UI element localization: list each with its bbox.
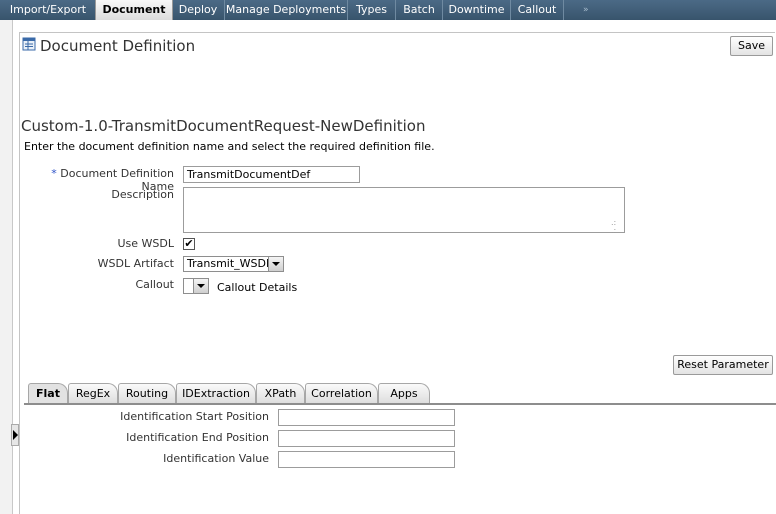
description-label: Description bbox=[111, 188, 174, 201]
description-textarea[interactable] bbox=[183, 187, 625, 233]
arrow-right-icon bbox=[13, 430, 18, 440]
identification-end-position-input[interactable] bbox=[278, 430, 455, 447]
tab-routing[interactable]: Routing bbox=[118, 383, 176, 403]
instructions-text: Enter the document definition name and s… bbox=[24, 140, 435, 153]
wsdl-artifact-label: WSDL Artifact bbox=[97, 257, 174, 270]
tab-batch[interactable]: Batch bbox=[396, 0, 443, 20]
tab-downtime[interactable]: Downtime bbox=[443, 0, 511, 20]
top-tab-bar: Import/Export Document Deploy Manage Dep… bbox=[0, 0, 776, 20]
tab-divider bbox=[24, 403, 776, 405]
expand-panel-handle[interactable] bbox=[11, 424, 19, 446]
tab-callout[interactable]: Callout bbox=[511, 0, 564, 20]
tab-xpath[interactable]: XPath bbox=[256, 383, 305, 403]
dropdown-arrow-box[interactable] bbox=[268, 257, 283, 271]
callout-label: Callout bbox=[135, 278, 174, 291]
wsdl-artifact-value: Transmit_WSDL bbox=[187, 257, 273, 270]
page-title: Document Definition bbox=[40, 37, 196, 55]
dropdown-arrow-box[interactable] bbox=[193, 279, 208, 293]
tab-correlation[interactable]: Correlation bbox=[305, 383, 378, 403]
tab-types[interactable]: Types bbox=[348, 0, 396, 20]
tab-flat[interactable]: Flat bbox=[28, 383, 68, 403]
wsdl-artifact-select[interactable]: Transmit_WSDL bbox=[183, 256, 284, 272]
tab-import-export[interactable]: Import/Export bbox=[0, 0, 97, 20]
tab-idextraction[interactable]: IDExtraction bbox=[176, 383, 256, 403]
use-wsdl-checkbox[interactable]: ✔ bbox=[183, 238, 195, 250]
tab-apps[interactable]: Apps bbox=[378, 383, 430, 403]
tab-overflow-icon[interactable]: » bbox=[583, 0, 589, 20]
identification-start-position-input[interactable] bbox=[278, 409, 455, 426]
tab-deploy[interactable]: Deploy bbox=[172, 0, 225, 20]
callout-select[interactable] bbox=[183, 278, 209, 294]
callout-details-text: Callout Details bbox=[217, 281, 298, 294]
resize-grip-icon[interactable]: .:.: bbox=[611, 219, 621, 235]
tab-regex[interactable]: RegEx bbox=[68, 383, 118, 403]
tab-manage-deployments[interactable]: Manage Deployments bbox=[225, 0, 348, 20]
identification-start-position-label: Identification Start Position bbox=[120, 410, 269, 423]
identification-value-label: Identification Value bbox=[163, 452, 269, 465]
tab-document[interactable]: Document bbox=[95, 0, 173, 20]
save-button[interactable]: Save bbox=[730, 36, 773, 56]
identification-end-position-label: Identification End Position bbox=[126, 431, 269, 444]
document-definition-name-input[interactable]: TransmitDocumentDef bbox=[183, 166, 360, 183]
reset-parameter-button[interactable]: Reset Parameter bbox=[673, 355, 773, 375]
use-wsdl-label: Use WSDL bbox=[117, 237, 174, 250]
chevron-down-icon bbox=[197, 284, 205, 288]
required-marker: * bbox=[51, 167, 57, 180]
identification-value-input[interactable] bbox=[278, 451, 455, 468]
definition-heading: Custom-1.0-TransmitDocumentRequest-NewDe… bbox=[21, 117, 426, 135]
chevron-down-icon bbox=[272, 262, 280, 266]
document-definition-icon bbox=[22, 37, 36, 51]
